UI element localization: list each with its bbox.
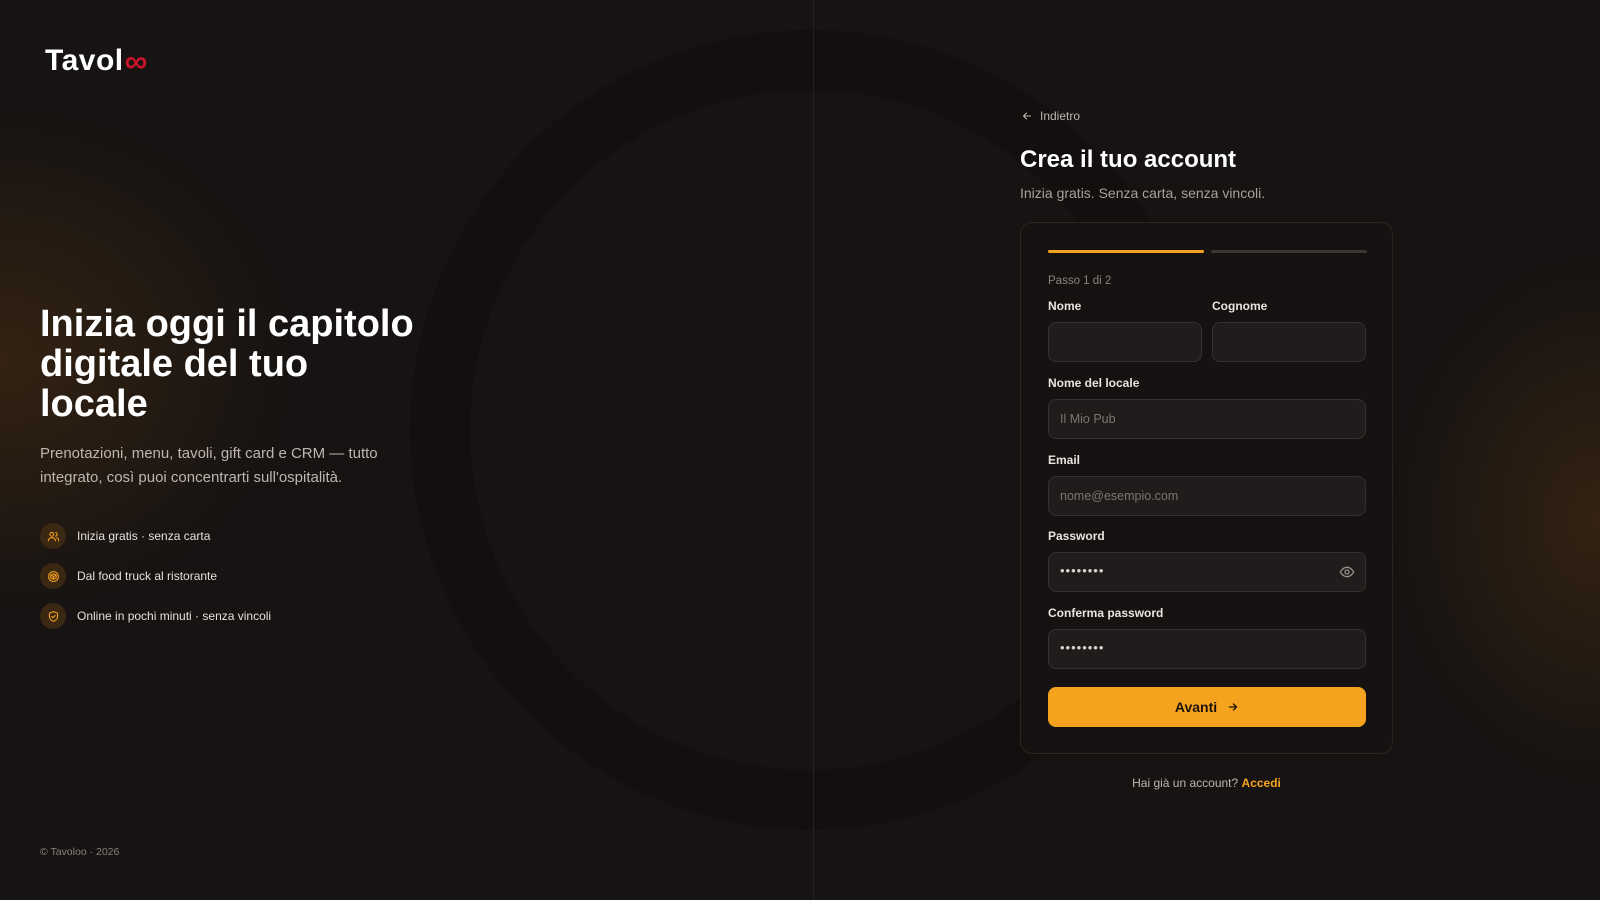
signin-link[interactable]: Accedi	[1242, 776, 1281, 790]
signin-prompt: Hai già un account? Accedi	[1020, 776, 1393, 790]
form-title: Crea il tuo account	[1020, 146, 1237, 173]
progress-segment-active	[1048, 250, 1204, 253]
password-input[interactable]	[1048, 552, 1366, 592]
feature-label: Online in pochi minuti · senza vincoli	[77, 609, 272, 623]
box-icon	[40, 563, 66, 589]
hero-title: Inizia oggi il capitolo digitale del tuo…	[40, 303, 414, 425]
email-input[interactable]	[1048, 476, 1366, 516]
brand-logo[interactable]: Tavol ∞	[45, 44, 148, 78]
feature-label: Dal food truck al ristorante	[77, 569, 218, 583]
confirm-password-input[interactable]	[1048, 629, 1366, 669]
signup-card: Passo 1 di 2 Nome Cognome Nome del local…	[1020, 222, 1393, 754]
first-name-input[interactable]	[1048, 322, 1202, 362]
shield-icon	[40, 603, 66, 629]
signin-prompt-text: Hai già un account?	[1132, 776, 1239, 790]
step-progress	[1048, 250, 1367, 253]
brand-logo-infinity: ∞	[124, 43, 148, 79]
feature-item: Inizia gratis · senza carta	[40, 523, 271, 549]
confirm-password-label: Conferma password	[1048, 606, 1164, 620]
eye-icon[interactable]	[1339, 564, 1355, 585]
venue-name-label: Nome del locale	[1048, 376, 1140, 390]
feature-list: Inizia gratis · senza carta Dal food tru…	[40, 523, 271, 643]
next-button-label: Avanti	[1174, 699, 1218, 715]
feature-label: Inizia gratis · senza carta	[77, 529, 211, 543]
step-indicator: Passo 1 di 2	[1048, 275, 1112, 287]
progress-segment	[1211, 250, 1367, 253]
feature-item: Online in pochi minuti · senza vincoli	[40, 603, 271, 629]
arrow-right-icon	[1228, 703, 1238, 711]
password-label: Password	[1048, 529, 1105, 543]
next-button[interactable]: Avanti	[1048, 687, 1366, 727]
last-name-input[interactable]	[1212, 322, 1366, 362]
arrow-left-icon	[1022, 112, 1032, 120]
panel-divider	[813, 0, 814, 900]
form-subtitle: Inizia gratis. Senza carta, senza vincol…	[1020, 185, 1266, 201]
feature-item: Dal food truck al ristorante	[40, 563, 271, 589]
venue-name-input[interactable]	[1048, 399, 1366, 439]
back-link[interactable]: Indietro	[1021, 109, 1080, 123]
signup-page: Tavol ∞ Inizia oggi il capitolo digitale…	[0, 0, 1600, 900]
first-name-label: Nome	[1048, 299, 1082, 313]
copyright: © Tavoloo · 2026	[40, 846, 120, 858]
back-link-label: Indietro	[1040, 109, 1081, 123]
hero-subtitle: Prenotazioni, menu, tavoli, gift card e …	[40, 445, 378, 486]
users-icon	[40, 523, 66, 549]
last-name-label: Cognome	[1212, 299, 1268, 313]
email-label: Email	[1048, 453, 1081, 467]
brand-logo-text: Tavol	[45, 44, 124, 77]
